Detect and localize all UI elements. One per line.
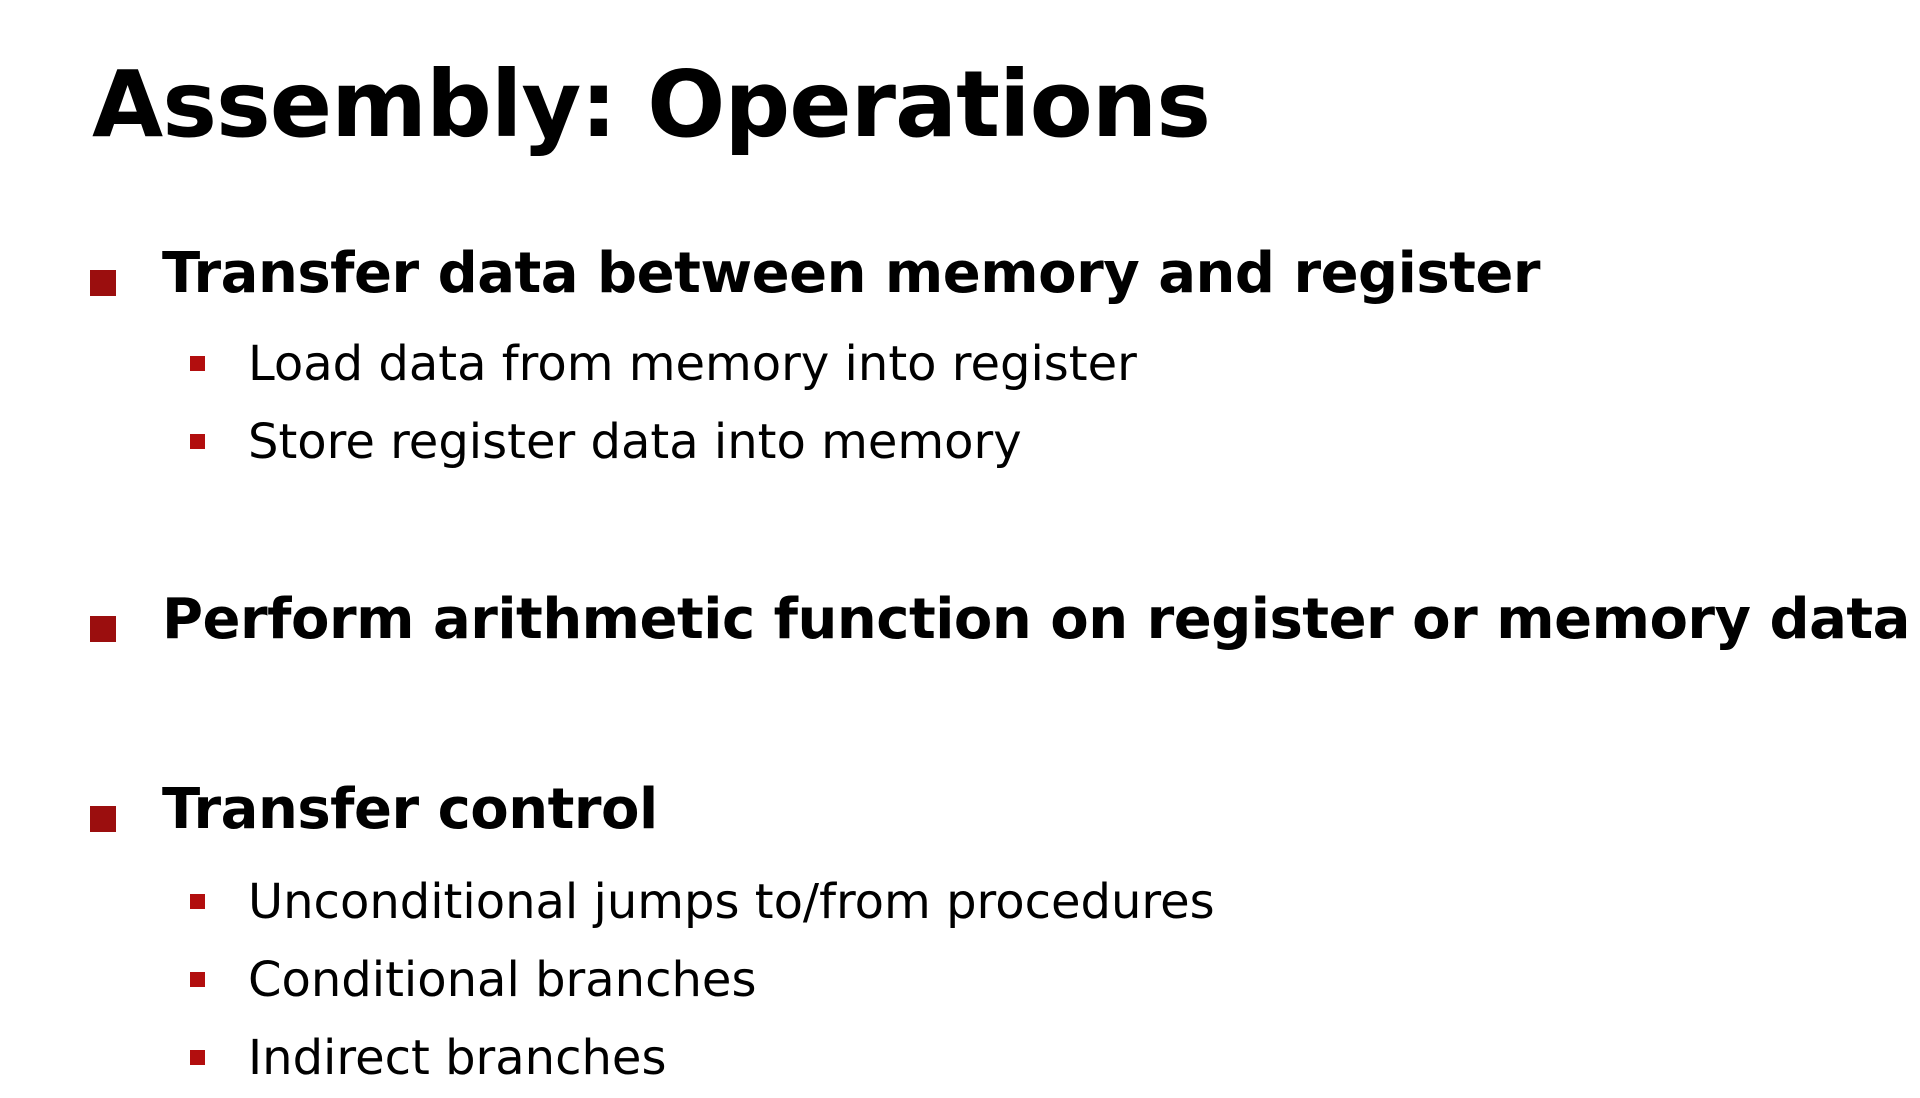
subitem-text: Unconditional jumps to/from procedures: [248, 874, 1215, 930]
square-bullet-icon: [190, 894, 205, 909]
slide: Assembly: Operations Transfer data betwe…: [0, 0, 1920, 1098]
square-bullet-icon: [190, 972, 205, 987]
bullet-text: Transfer control: [162, 777, 658, 842]
square-bullet-icon: [90, 806, 116, 832]
subitem-text: Store register data into memory: [248, 414, 1022, 470]
square-bullet-icon: [190, 356, 205, 371]
bullet-text: Perform arithmetic function on register …: [162, 587, 1910, 652]
slide-title: Assembly: Operations: [92, 51, 1211, 158]
subitem-text: Indirect branches: [248, 1030, 667, 1086]
bullet-text: Transfer data between memory and registe…: [162, 241, 1541, 306]
subitem-text: Conditional branches: [248, 952, 757, 1008]
subitem-text: Load data from memory into register: [248, 336, 1137, 392]
square-bullet-icon: [90, 616, 116, 642]
square-bullet-icon: [190, 434, 205, 449]
square-bullet-icon: [190, 1050, 205, 1065]
square-bullet-icon: [90, 270, 116, 296]
